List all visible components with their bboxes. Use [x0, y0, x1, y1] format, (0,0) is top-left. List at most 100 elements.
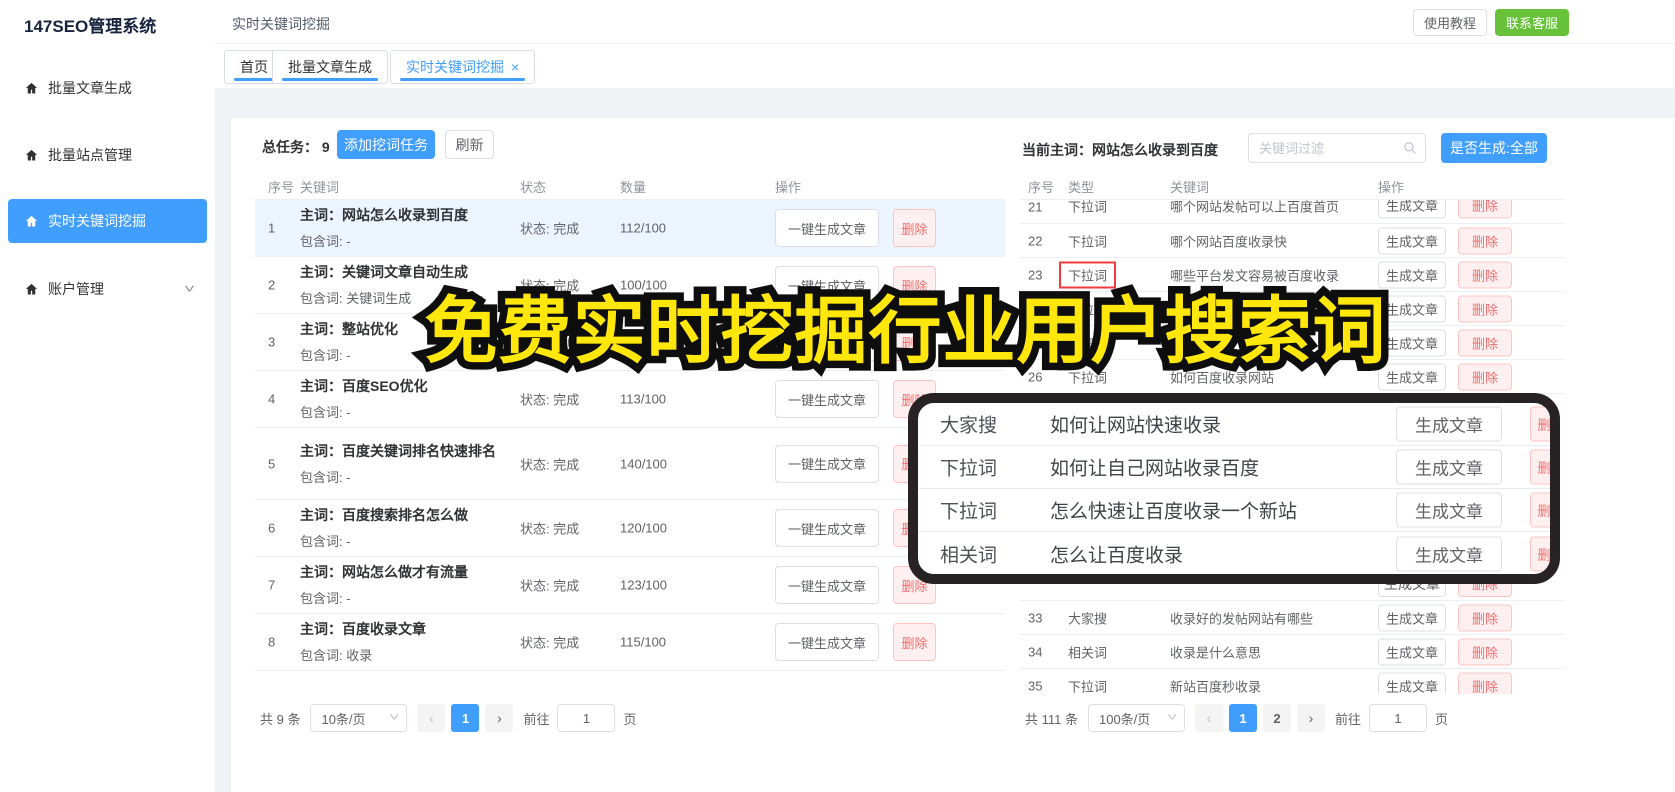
keyword-text: 如何让自己网站收录百度 — [1050, 458, 1260, 480]
delete-button-clipped[interactable]: 删除 — [1530, 492, 1550, 528]
delete-button[interactable]: 删除 — [1458, 329, 1512, 356]
delete-button[interactable]: 删除 — [1458, 295, 1512, 322]
table-row[interactable]: 2 主词：关键词文章自动生成 包含词: 关键词生成 状态: 完成 100/100… — [255, 257, 1005, 314]
delete-button[interactable]: 删除 — [1458, 261, 1512, 288]
quantity-text: 115/100 — [620, 634, 667, 650]
generate-article-button[interactable]: 生成文章 — [1378, 363, 1446, 390]
delete-button[interactable]: 删除 — [1458, 672, 1512, 694]
page-size-select[interactable]: 100条/页 ˅ — [1087, 704, 1185, 732]
one-click-generate-button[interactable]: 一键生成文章 — [775, 444, 879, 483]
generate-article-button[interactable]: 生成文章 — [1378, 227, 1446, 254]
one-click-generate-button[interactable]: 一键生成文章 — [775, 623, 879, 661]
next-page-button[interactable]: › — [1296, 704, 1325, 732]
delete-button[interactable]: 删除 — [1458, 200, 1512, 219]
prev-page-button[interactable]: ‹ — [417, 704, 446, 732]
page-button-1[interactable]: 1 — [1228, 704, 1257, 732]
generate-article-button[interactable]: 生成文章 — [1378, 329, 1446, 356]
close-icon[interactable]: × — [511, 60, 519, 74]
keyword-cell: 主词：百度关键词排名快速排名 包含词: - — [300, 442, 508, 486]
delete-button[interactable]: 删除 — [1458, 604, 1512, 631]
goto-page-input[interactable] — [557, 704, 616, 732]
keyword-text: 哪个网站发帖可以上百度首页 — [1170, 200, 1340, 215]
delete-button-clipped[interactable]: 删除 — [1530, 406, 1550, 442]
page-button-1[interactable]: 1 — [451, 704, 480, 732]
table-row[interactable]: 6 主词：百度搜索排名怎么做 包含词: - 状态: 完成 120/100 一键生… — [255, 500, 1005, 557]
refresh-button[interactable]: 刷新 — [445, 130, 494, 159]
delete-button[interactable]: 删除 — [1458, 363, 1512, 390]
delete-button[interactable]: 删除 — [1458, 584, 1512, 597]
sidebar-item-site-management[interactable]: 批量站点管理 — [8, 133, 207, 177]
sidebar-item-account-management[interactable]: 账户管理 ˅ — [8, 267, 207, 311]
keyword-text: 哪些平台发文容易被百度收录 — [1170, 268, 1340, 283]
contact-support-button[interactable]: 联系客服 — [1495, 9, 1569, 36]
generate-article-button[interactable]: 生成文章 — [1396, 492, 1502, 528]
generate-filter-button[interactable]: 是否生成:全部 — [1441, 133, 1547, 163]
quantity-text: 123/100 — [620, 577, 667, 593]
generate-article-button[interactable]: 生成文章 — [1378, 604, 1446, 631]
table-row[interactable]: 5 主词：百度关键词排名快速排名 包含词: - 状态: 完成 140/100 一… — [255, 428, 1005, 500]
sidebar-item-article-generation[interactable]: 批量文章生成 — [8, 66, 207, 110]
goto-page-input[interactable] — [1369, 704, 1427, 732]
delete-button-clipped[interactable]: 删除 — [1530, 536, 1550, 571]
table-row[interactable]: 35 下拉词 新站百度秒收录 生成文章 删除 — [1020, 669, 1565, 694]
page-button-2[interactable]: 2 — [1262, 704, 1291, 732]
table-row[interactable]: 33 大家搜 收录好的发帖网站有哪些 生成文章 删除 — [1020, 601, 1565, 635]
col-keyword: 关键词 — [1170, 180, 1210, 195]
generate-article-button[interactable]: 生成文章 — [1378, 295, 1446, 322]
delete-button[interactable]: 删除 — [893, 209, 936, 247]
quantity-text: 100/100 — [620, 277, 667, 293]
next-page-button[interactable]: › — [485, 704, 514, 732]
keyword-type-text: 下拉词 — [1068, 200, 1108, 215]
table-row[interactable]: 25 大家搜 生成文章 删除 — [1020, 326, 1565, 360]
generate-article-button[interactable]: 生成文章 — [1378, 200, 1446, 219]
table-row[interactable]: 1 主词：网站怎么收录到百度 包含词: - 状态: 完成 112/100 一键生… — [255, 200, 1005, 257]
one-click-generate-button[interactable]: 一键生成文章 — [775, 566, 879, 604]
table-row[interactable]: 24 下拉词 生成文章 删除 — [1020, 292, 1565, 326]
add-mining-task-button[interactable]: 添加挖词任务 — [337, 130, 435, 159]
keyword-type-text: 相关词 — [1068, 645, 1108, 660]
tab-article-generation[interactable]: 批量文章生成 — [272, 50, 388, 84]
covered-row-fragment: 生成文章 删除 — [1020, 584, 1565, 600]
table-row[interactable]: 34 相关词 收录是什么意思 生成文章 删除 — [1020, 635, 1565, 669]
included-words-text: 包含词: 关键词生成 — [300, 291, 412, 306]
one-click-generate-button[interactable]: 一键生成文章 — [775, 323, 879, 361]
delete-button[interactable]: 删除 — [1458, 227, 1512, 254]
generate-article-button[interactable]: 生成文章 — [1378, 261, 1446, 288]
delete-button-clipped[interactable]: 删除 — [1530, 449, 1550, 485]
delete-button[interactable]: 删除 — [893, 323, 936, 361]
one-click-generate-button[interactable]: 一键生成文章 — [775, 266, 879, 304]
page-size-select[interactable]: 10条/页 ˅ — [310, 704, 408, 732]
delete-button[interactable]: 删除 — [893, 623, 936, 661]
row-number: 33 — [1028, 610, 1043, 625]
table-row[interactable]: 23 下拉词 哪些平台发文容易被百度收录 生成文章 删除 — [1020, 258, 1565, 292]
one-click-generate-button[interactable]: 一键生成文章 — [775, 209, 879, 247]
keyword-filter-input[interactable] — [1259, 134, 1399, 162]
home-icon — [25, 215, 38, 226]
row-number: 26 — [1028, 369, 1043, 384]
table-row[interactable]: 22 下拉词 哪个网站百度收录快 生成文章 删除 — [1020, 224, 1565, 258]
sidebar-item-keyword-mining[interactable]: 实时关键词挖掘 — [8, 199, 207, 243]
generate-article-button[interactable]: 生成文章 — [1378, 672, 1446, 694]
table-row[interactable]: 21 下拉词 哪个网站发帖可以上百度首页 生成文章 删除 — [1020, 200, 1565, 224]
generate-article-button[interactable]: 生成文章 — [1378, 638, 1446, 665]
status-text: 状态: 完成 — [520, 457, 580, 472]
table-row[interactable]: 8 主词：百度收录文章 包含词: 收录 状态: 完成 115/100 一键生成文… — [255, 614, 1005, 671]
prev-page-button[interactable]: ‹ — [1194, 704, 1223, 732]
table-row[interactable]: 26 下拉词 如何百度收录网站 生成文章 删除 — [1020, 360, 1565, 394]
delete-button[interactable]: 删除 — [1458, 638, 1512, 665]
table-row[interactable]: 7 主词：网站怎么做才有流量 包含词: - 状态: 完成 123/100 一键生… — [255, 557, 1005, 614]
one-click-generate-button[interactable]: 一键生成文章 — [775, 509, 879, 547]
generate-article-button[interactable]: 生成文章 — [1396, 449, 1502, 485]
keyword-cell: 主词：关键词文章自动生成 包含词: 关键词生成 — [300, 263, 508, 307]
generate-article-button[interactable]: 生成文章 — [1378, 584, 1446, 597]
tutorial-button[interactable]: 使用教程 — [1413, 9, 1487, 36]
tab-keyword-mining[interactable]: 实时关键词挖掘 × — [390, 50, 536, 84]
table-row[interactable]: 3 主词：整站优化 包含词: - 状态: 完成 一键生成文章 删除 — [255, 314, 1005, 371]
one-click-generate-button[interactable]: 一键生成文章 — [775, 380, 879, 418]
table-row[interactable]: 4 主词：百度SEO优化 包含词: - 状态: 完成 113/100 一键生成文… — [255, 371, 1005, 428]
generate-article-button[interactable]: 生成文章 — [1396, 536, 1502, 571]
delete-button[interactable]: 删除 — [893, 266, 936, 304]
status-text: 状态: 完成 — [520, 278, 580, 294]
generate-article-button[interactable]: 生成文章 — [1396, 406, 1502, 442]
goto-page: 前往 页 — [523, 704, 637, 732]
